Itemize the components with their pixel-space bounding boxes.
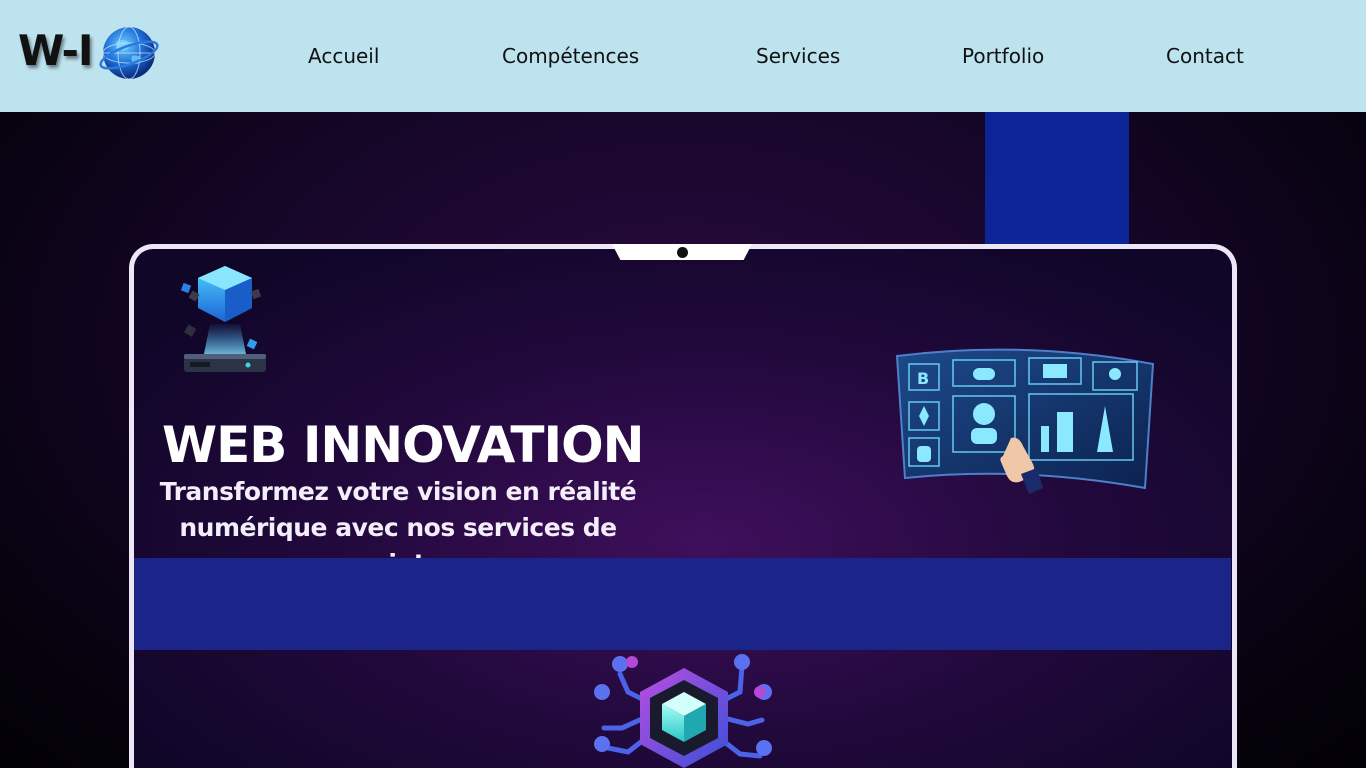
hero-subtitle-line1: Transformez votre vision en réalité xyxy=(159,477,637,506)
hexagon-cube-network-icon xyxy=(594,654,772,768)
nav-accueil[interactable]: Accueil xyxy=(308,44,379,68)
nav-services[interactable]: Services xyxy=(756,44,840,68)
camera-dot xyxy=(677,247,688,258)
site-header: W-I Accueil Compétences Services Portfol… xyxy=(0,0,1366,112)
blue-band xyxy=(134,558,1231,650)
svg-text:B: B xyxy=(917,369,929,388)
interactive-screen-icon: B xyxy=(895,348,1155,494)
logo[interactable]: W-I xyxy=(16,20,166,86)
nav-portfolio[interactable]: Portfolio xyxy=(962,44,1044,68)
logo-text: W-I xyxy=(18,26,93,75)
decorative-strip xyxy=(985,112,1129,245)
nav-competences[interactable]: Compétences xyxy=(502,44,639,68)
hologram-cube-icon xyxy=(180,266,266,372)
hero-title: WEB INNOVATION xyxy=(162,416,644,474)
globe-icon xyxy=(99,26,159,80)
nav-contact[interactable]: Contact xyxy=(1166,44,1244,68)
